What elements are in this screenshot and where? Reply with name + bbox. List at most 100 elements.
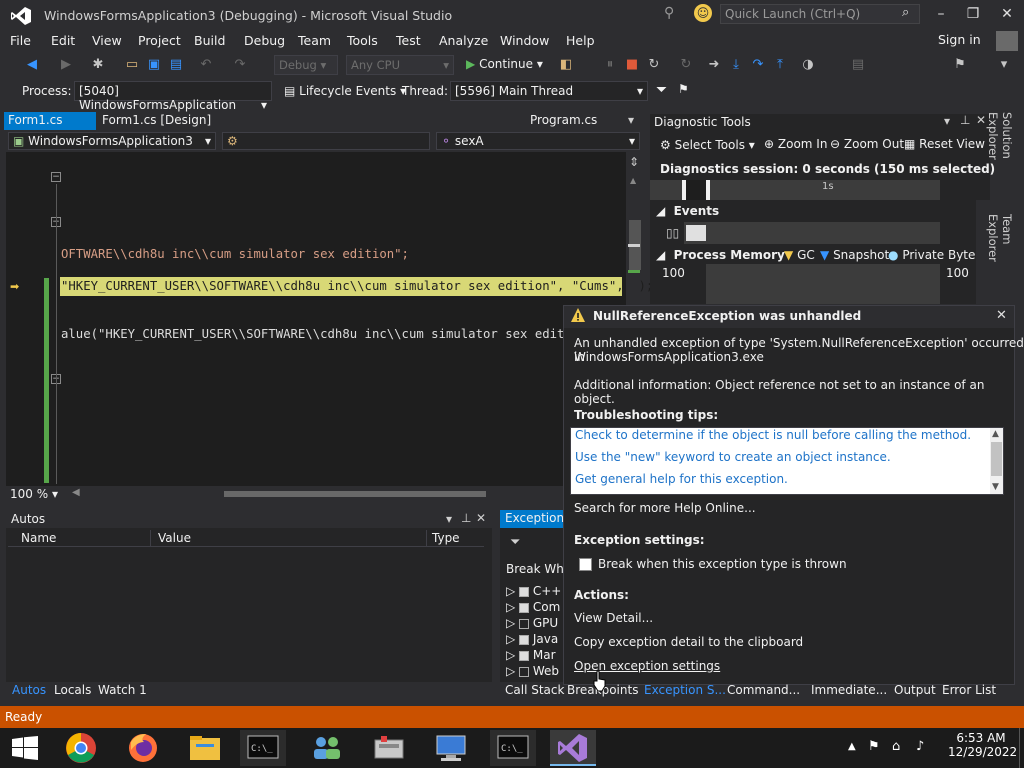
solution-explorer-side-tab[interactable]: Solution Explorer (986, 112, 1014, 204)
feedback-smiley-icon[interactable]: ☺ (694, 4, 712, 22)
list-item[interactable]: ▷ Mar (506, 647, 561, 663)
tab-autos[interactable]: Autos (12, 683, 46, 697)
menu-edit[interactable]: Edit (51, 33, 75, 48)
menu-team[interactable]: Team (298, 33, 331, 48)
list-item[interactable]: ▷ Web (506, 663, 561, 679)
menu-help[interactable]: Help (566, 33, 595, 48)
search-icon[interactable]: ⌕ (902, 5, 909, 20)
pin-icon[interactable]: ⊥ (960, 113, 970, 127)
menu-project[interactable]: Project (138, 33, 181, 48)
quick-launch-input[interactable]: Quick Launch (Ctrl+Q) (720, 4, 920, 24)
network-icon[interactable]: ⌂ (892, 739, 900, 754)
tab-command-window[interactable]: Command... (727, 683, 800, 697)
tip-link[interactable]: Use the "new" keyword to create an objec… (575, 450, 891, 464)
reset-view-button[interactable]: ▦ Reset View (904, 137, 985, 151)
toolbar-misc-icon[interactable]: ▤ (850, 57, 866, 73)
step-into-icon[interactable]: ⤓ (728, 57, 744, 73)
firefox-taskbar-icon[interactable] (120, 730, 166, 766)
list-item[interactable]: ▷ C++ (506, 583, 561, 599)
break-all-icon[interactable]: ⏸ (602, 57, 618, 73)
toolbar-options-icon[interactable]: ▾ (996, 57, 1012, 73)
menu-view[interactable]: View (92, 33, 122, 48)
stop-debugging-icon[interactable]: ■ (624, 57, 640, 73)
navigate-back-icon[interactable]: ◀ (24, 57, 40, 73)
open-file-icon[interactable]: ▭ (124, 57, 140, 73)
show-next-statement-icon[interactable]: ➜ (706, 57, 722, 73)
team-explorer-side-tab[interactable]: Team Explorer (986, 214, 1014, 294)
save-all-icon[interactable]: ▤ (168, 57, 184, 73)
flag-thread-icon[interactable]: ⚑ (678, 82, 689, 96)
select-tools-button[interactable]: ⚙ Select Tools ▾ (660, 138, 755, 152)
tab-exception-settings[interactable]: Exception S... (644, 683, 726, 697)
editor-margin[interactable] (6, 152, 40, 486)
menu-window[interactable]: Window (500, 33, 549, 48)
windows-start-icon[interactable] (12, 736, 38, 763)
disk-tool-taskbar-icon[interactable] (366, 730, 412, 766)
hot-reload-icon[interactable]: ↻ (678, 57, 694, 73)
tab-locals[interactable]: Locals (54, 683, 91, 697)
list-item[interactable]: ▷ GPU (506, 615, 561, 631)
project-navigation-select[interactable]: ▣ WindowsFormsApplication3 ▾ (8, 132, 216, 150)
tab-form1-design[interactable]: Form1.cs [Design] (98, 112, 218, 130)
close-autos-icon[interactable]: ✕ (476, 511, 486, 525)
filter-icon[interactable]: ⏷ (510, 535, 520, 550)
scroll-up-icon[interactable]: ▲ (630, 176, 638, 185)
show-hidden-icons-icon[interactable]: ▲ (848, 741, 856, 752)
tab-watch-1[interactable]: Watch 1 (98, 683, 147, 697)
computer-taskbar-icon[interactable] (428, 730, 474, 766)
tip-link[interactable]: Check to determine if the object is null… (575, 428, 971, 442)
horizontal-scroll-thumb[interactable] (224, 491, 486, 497)
menu-file[interactable]: File (10, 33, 31, 48)
tab-program-cs[interactable]: Program.cs (526, 112, 622, 130)
save-icon[interactable]: ▣ (146, 57, 162, 73)
undo-icon[interactable]: ↶ (198, 57, 214, 73)
close-exception-popup-icon[interactable]: ✕ (996, 308, 1007, 323)
show-desktop-button[interactable] (1019, 728, 1024, 768)
break-when-thrown-checkbox[interactable] (579, 558, 592, 571)
breakpoint-toolbar-icon[interactable]: ◑ (800, 57, 816, 73)
split-editor-icon[interactable]: ⇕ (629, 155, 639, 169)
zoom-in-button[interactable]: ⊕ Zoom In (764, 137, 827, 151)
new-project-icon[interactable]: ✱ (90, 57, 106, 73)
exception-settings-tab[interactable]: Exception S (500, 510, 564, 528)
list-item[interactable]: ▷ Com (506, 599, 561, 615)
outline-collapse-icon[interactable]: − (51, 172, 61, 182)
class-navigation-select[interactable]: ⚙ WindowsFormsApplication3.Forı ▾ (222, 132, 430, 150)
tab-overflow-icon[interactable]: ▾ (628, 113, 634, 127)
action-center-flag-icon[interactable]: ⚑ (868, 739, 880, 754)
tip-link[interactable]: Get general help for this exception. (575, 472, 788, 486)
lifecycle-events-button[interactable]: ▤ Lifecycle Events ▾ (284, 84, 406, 98)
column-value[interactable]: Value (158, 531, 191, 545)
copy-exception-detail-link[interactable]: Copy exception detail to the clipboard (574, 635, 803, 649)
events-section-header[interactable]: ◢ Events (656, 204, 719, 218)
column-type[interactable]: Type (432, 531, 460, 545)
close-diagnostics-icon[interactable]: ✕ (976, 113, 986, 127)
solution-config-select[interactable]: Debug ▾ (274, 55, 338, 75)
tips-scroll-thumb[interactable] (991, 442, 1002, 476)
file-explorer-taskbar-icon[interactable] (182, 730, 228, 766)
solution-platform-select[interactable]: Any CPU ▾ (346, 55, 454, 75)
filter-threads-icon[interactable]: ⏷ (656, 82, 667, 98)
attach-icon[interactable]: ◧ (558, 57, 574, 73)
restart-icon[interactable]: ↻ (646, 57, 662, 73)
terminal-taskbar-icon[interactable]: C:\_ (240, 730, 286, 766)
chrome-taskbar-icon[interactable] (58, 730, 104, 766)
navigate-forward-icon[interactable]: ▶ (58, 57, 74, 73)
continue-button[interactable]: ▶ Continue ▾ (462, 55, 550, 75)
sign-in-link[interactable]: Sign in (938, 32, 981, 47)
events-track[interactable] (684, 222, 940, 244)
tab-error-list[interactable]: Error List (942, 683, 996, 697)
tab-immediate-window[interactable]: Immediate... (811, 683, 887, 697)
timeline-selection-end[interactable] (706, 180, 710, 200)
tab-output[interactable]: Output (894, 683, 936, 697)
window-position-icon[interactable]: ▾ (944, 114, 950, 128)
close-button[interactable]: ✕ (992, 4, 1022, 24)
process-select[interactable]: [5040] WindowsFormsApplication ▾ (74, 81, 272, 112)
system-clock[interactable]: 6:53 AM 12/29/2022 (948, 731, 1017, 759)
zoom-level-select[interactable]: 100 % ▾ (10, 487, 58, 501)
column-name[interactable]: Name (21, 531, 56, 545)
visual-studio-taskbar-icon[interactable] (550, 730, 596, 766)
step-over-icon[interactable]: ↷ (750, 57, 766, 73)
bookmark-icon[interactable]: ⚑ (952, 57, 968, 73)
menu-analyze[interactable]: Analyze (439, 33, 488, 48)
